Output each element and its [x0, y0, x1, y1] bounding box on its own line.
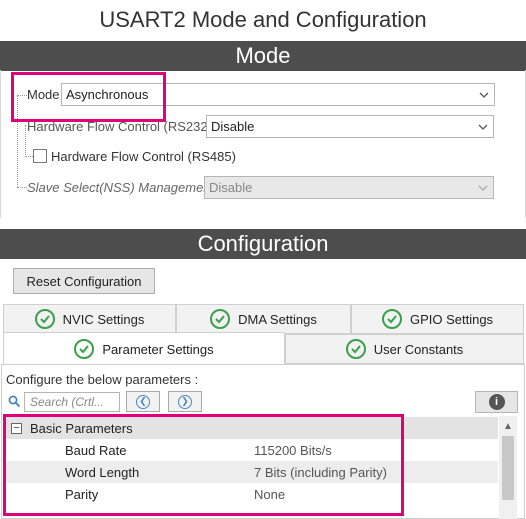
scrollbar-thumb[interactable]: [502, 436, 514, 500]
instruction-text: Configure the below parameters :: [6, 372, 199, 387]
tab-label: User Constants: [373, 341, 464, 357]
basic-parameters-highlight: [3, 414, 404, 516]
tab-gpio-settings[interactable]: GPIO Settings: [351, 304, 524, 334]
scroll-up-icon[interactable]: ▲: [499, 418, 517, 434]
check-circle-icon: [210, 309, 231, 329]
arrow-right-icon: ❯: [178, 394, 192, 409]
tab-label: GPIO Settings: [409, 311, 494, 327]
check-circle-icon: [345, 339, 366, 359]
hw-flow-rs232-value: Disable: [211, 119, 255, 134]
search-input[interactable]: Search (Crtl...: [24, 392, 120, 412]
check-circle-icon: [74, 339, 95, 359]
mode-highlight: [11, 72, 166, 122]
chevron-down-icon: [473, 177, 493, 198]
tab-nvic-settings[interactable]: NVIC Settings: [3, 304, 176, 334]
check-circle-icon: [34, 309, 55, 329]
tree-connector: [25, 125, 26, 155]
arrow-left-icon: ❮: [136, 394, 150, 409]
tab-user-constants[interactable]: User Constants: [285, 334, 524, 364]
info-button[interactable]: i: [475, 391, 518, 413]
check-circle-icon: [381, 309, 402, 329]
slave-select-value: Disable: [209, 180, 253, 195]
search-previous-button[interactable]: ❮: [126, 391, 160, 412]
hw-flow-rs485-label: Hardware Flow Control (RS485): [51, 149, 236, 164]
vertical-scrollbar[interactable]: ▲: [499, 416, 517, 519]
configuration-header: Configuration: [0, 229, 526, 259]
search-next-button[interactable]: ❯: [168, 391, 202, 412]
mode-header: Mode: [0, 41, 526, 71]
tab-dma-settings[interactable]: DMA Settings: [176, 304, 351, 334]
tree-connector: [17, 187, 27, 188]
tab-label: NVIC Settings: [62, 311, 145, 327]
hw-flow-rs485-checkbox[interactable]: [33, 149, 47, 163]
slave-select-select: Disable: [204, 176, 494, 199]
tab-label: DMA Settings: [238, 311, 317, 327]
chevron-down-icon[interactable]: [474, 84, 494, 105]
window-title: USART2 Mode and Configuration: [99, 7, 427, 32]
hw-flow-rs232-select[interactable]: Disable: [206, 115, 494, 138]
slave-select-label: Slave Select(NSS) Management: [27, 180, 215, 195]
reset-configuration-button[interactable]: Reset Configuration: [13, 268, 155, 294]
chevron-down-icon[interactable]: [473, 116, 493, 137]
tab-parameter-settings[interactable]: Parameter Settings: [3, 332, 285, 365]
hw-flow-rs232-label: Hardware Flow Control (RS232): [27, 119, 212, 134]
tree-connector: [25, 156, 33, 157]
tab-label: Parameter Settings: [102, 341, 214, 357]
search-icon: [8, 395, 21, 413]
info-icon: i: [488, 394, 505, 410]
